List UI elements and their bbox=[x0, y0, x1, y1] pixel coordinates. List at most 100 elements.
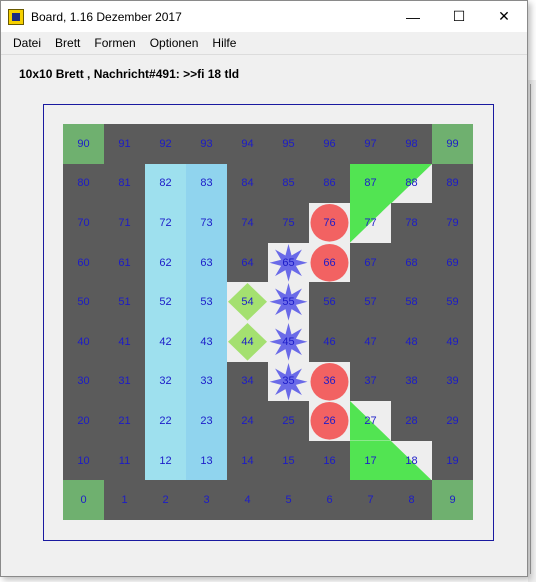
board-cell-3[interactable]: 3 bbox=[186, 480, 227, 520]
board-cell-47[interactable]: 47 bbox=[350, 322, 391, 362]
board-cell-86[interactable]: 86 bbox=[309, 164, 350, 204]
board-cell-58[interactable]: 58 bbox=[391, 282, 432, 322]
board-cell-12[interactable]: 12 bbox=[145, 440, 186, 481]
board-cell-73[interactable]: 73 bbox=[186, 203, 227, 243]
board-cell-66[interactable]: 66 bbox=[309, 242, 350, 283]
board-cell-25[interactable]: 25 bbox=[268, 401, 309, 441]
board-cell-57[interactable]: 57 bbox=[350, 282, 391, 322]
board-cell-41[interactable]: 41 bbox=[104, 322, 145, 362]
board-cell-72[interactable]: 72 bbox=[145, 203, 186, 243]
board-cell-51[interactable]: 51 bbox=[104, 282, 145, 322]
board-cell-75[interactable]: 75 bbox=[268, 203, 309, 243]
board-cell-81[interactable]: 81 bbox=[104, 164, 145, 204]
board-cell-32[interactable]: 32 bbox=[145, 361, 186, 402]
board-cell-61[interactable]: 61 bbox=[104, 243, 145, 283]
board-cell-42[interactable]: 42 bbox=[145, 322, 186, 362]
menu-brett[interactable]: Brett bbox=[48, 36, 87, 50]
board-cell-62[interactable]: 62 bbox=[145, 242, 186, 283]
board-cell-64[interactable]: 64 bbox=[227, 243, 268, 283]
board-cell-89[interactable]: 89 bbox=[432, 164, 473, 204]
board-cell-80[interactable]: 80 bbox=[63, 164, 104, 204]
board-cell-48[interactable]: 48 bbox=[391, 322, 432, 362]
board-cell-13[interactable]: 13 bbox=[186, 440, 227, 481]
board-cell-77[interactable]: 77 bbox=[350, 203, 391, 243]
board-cell-37[interactable]: 37 bbox=[350, 362, 391, 402]
board-cell-70[interactable]: 70 bbox=[63, 203, 104, 243]
board-cell-28[interactable]: 28 bbox=[391, 401, 432, 441]
board-cell-99[interactable]: 99 bbox=[432, 124, 473, 164]
board-cell-18[interactable]: 18 bbox=[391, 440, 432, 481]
board-cell-98[interactable]: 98 bbox=[391, 124, 432, 164]
board-cell-14[interactable]: 14 bbox=[227, 441, 268, 481]
board-cell-19[interactable]: 19 bbox=[432, 441, 473, 481]
board-cell-83[interactable]: 83 bbox=[186, 163, 227, 204]
board-cell-39[interactable]: 39 bbox=[432, 362, 473, 402]
board-cell-50[interactable]: 50 bbox=[63, 282, 104, 322]
board-cell-16[interactable]: 16 bbox=[309, 441, 350, 481]
board-cell-4[interactable]: 4 bbox=[227, 480, 268, 520]
board-cell-17[interactable]: 17 bbox=[350, 440, 391, 481]
menu-datei[interactable]: Datei bbox=[1, 36, 48, 50]
board-cell-21[interactable]: 21 bbox=[104, 401, 145, 441]
board-cell-10[interactable]: 10 bbox=[63, 441, 104, 481]
board-cell-69[interactable]: 69 bbox=[432, 243, 473, 283]
board-cell-2[interactable]: 2 bbox=[145, 480, 186, 520]
board-cell-34[interactable]: 34 bbox=[227, 362, 268, 402]
board-cell-88[interactable]: 88 bbox=[391, 163, 432, 204]
board-cell-84[interactable]: 84 bbox=[227, 164, 268, 204]
board-cell-15[interactable]: 15 bbox=[268, 441, 309, 481]
board-cell-9[interactable]: 9 bbox=[432, 480, 473, 520]
board-cell-79[interactable]: 79 bbox=[432, 203, 473, 243]
board-cell-43[interactable]: 43 bbox=[186, 322, 227, 362]
board-cell-85[interactable]: 85 bbox=[268, 164, 309, 204]
board-cell-36[interactable]: 36 bbox=[309, 361, 350, 402]
menu-formen[interactable]: Formen bbox=[87, 36, 142, 50]
board-cell-71[interactable]: 71 bbox=[104, 203, 145, 243]
board-cell-23[interactable]: 23 bbox=[186, 401, 227, 441]
board-cell-46[interactable]: 46 bbox=[309, 322, 350, 362]
board-cell-1[interactable]: 1 bbox=[104, 480, 145, 520]
board-cell-53[interactable]: 53 bbox=[186, 282, 227, 322]
board-cell-27[interactable]: 27 bbox=[350, 401, 391, 441]
board-cell-68[interactable]: 68 bbox=[391, 243, 432, 283]
board-cell-40[interactable]: 40 bbox=[63, 322, 104, 362]
board-cell-92[interactable]: 92 bbox=[145, 124, 186, 164]
board-cell-11[interactable]: 11 bbox=[104, 441, 145, 481]
board-cell-38[interactable]: 38 bbox=[391, 362, 432, 402]
board-cell-29[interactable]: 29 bbox=[432, 401, 473, 441]
board-cell-30[interactable]: 30 bbox=[63, 362, 104, 402]
board-cell-26[interactable]: 26 bbox=[309, 401, 350, 441]
minimize-button[interactable]: — bbox=[390, 1, 436, 32]
board-cell-55[interactable]: 55 bbox=[268, 282, 309, 322]
board-cell-54[interactable]: 54 bbox=[227, 282, 268, 322]
board-cell-35[interactable]: 35 bbox=[268, 361, 309, 402]
board-cell-0[interactable]: 0 bbox=[63, 480, 104, 520]
board-cell-20[interactable]: 20 bbox=[63, 401, 104, 441]
board-cell-65[interactable]: 65 bbox=[268, 242, 309, 283]
board-cell-93[interactable]: 93 bbox=[186, 124, 227, 164]
board-cell-90[interactable]: 90 bbox=[63, 124, 104, 164]
board-cell-74[interactable]: 74 bbox=[227, 203, 268, 243]
menu-hilfe[interactable]: Hilfe bbox=[205, 36, 243, 50]
board-cell-82[interactable]: 82 bbox=[145, 163, 186, 204]
board-cell-59[interactable]: 59 bbox=[432, 282, 473, 322]
board-cell-60[interactable]: 60 bbox=[63, 243, 104, 283]
board-cell-22[interactable]: 22 bbox=[145, 401, 186, 441]
maximize-button[interactable]: ☐ bbox=[436, 1, 482, 32]
board-cell-97[interactable]: 97 bbox=[350, 124, 391, 164]
board-cell-95[interactable]: 95 bbox=[268, 124, 309, 164]
board-cell-8[interactable]: 8 bbox=[391, 480, 432, 520]
board-cell-76[interactable]: 76 bbox=[309, 203, 350, 243]
board-cell-45[interactable]: 45 bbox=[268, 322, 309, 362]
board-cell-5[interactable]: 5 bbox=[268, 480, 309, 520]
board-cell-24[interactable]: 24 bbox=[227, 401, 268, 441]
board-cell-49[interactable]: 49 bbox=[432, 322, 473, 362]
board-cell-94[interactable]: 94 bbox=[227, 124, 268, 164]
board-cell-44[interactable]: 44 bbox=[227, 322, 268, 362]
board-cell-31[interactable]: 31 bbox=[104, 362, 145, 402]
board-cell-6[interactable]: 6 bbox=[309, 480, 350, 520]
menu-optionen[interactable]: Optionen bbox=[143, 36, 206, 50]
board-cell-63[interactable]: 63 bbox=[186, 242, 227, 283]
board-cell-33[interactable]: 33 bbox=[186, 361, 227, 402]
board-cell-52[interactable]: 52 bbox=[145, 282, 186, 322]
